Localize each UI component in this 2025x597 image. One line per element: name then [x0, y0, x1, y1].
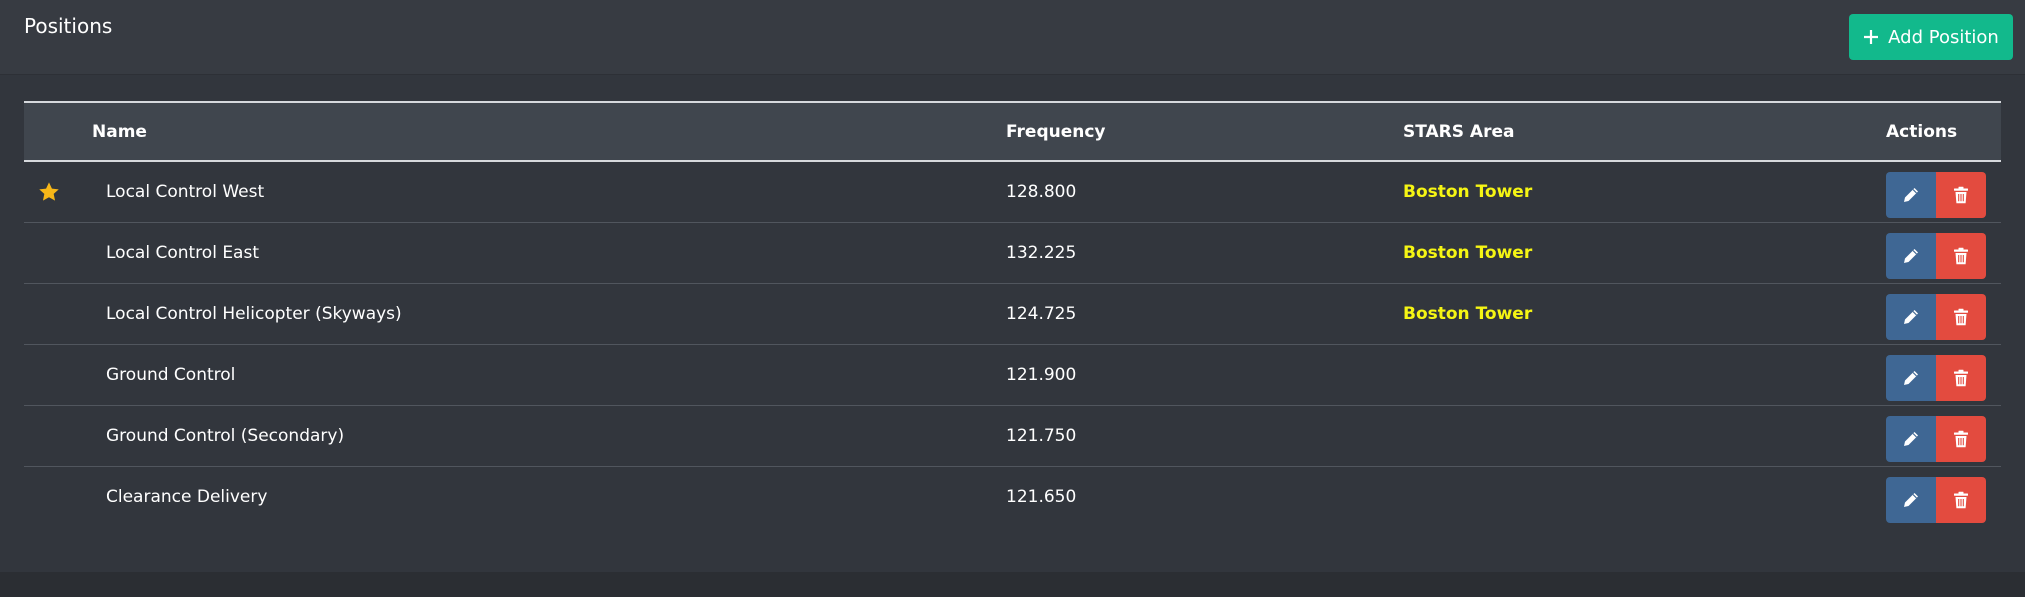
position-frequency: 121.650: [1006, 487, 1077, 507]
position-stars-area: Boston Tower: [1403, 243, 1533, 263]
column-header-frequency: Frequency: [1006, 121, 1106, 142]
edit-button[interactable]: [1886, 416, 1936, 462]
position-name: Ground Control (Secondary): [106, 426, 345, 446]
position-frequency: 121.900: [1006, 365, 1077, 385]
trash-icon: [1954, 186, 1968, 204]
table-row: Ground Control 121.900: [24, 345, 2001, 406]
plus-icon: [1864, 30, 1879, 44]
position-stars-area: Boston Tower: [1403, 182, 1533, 202]
position-name: Local Control Helicopter (Skyways): [106, 304, 402, 324]
trash-icon: [1954, 308, 1968, 326]
position-name: Local Control West: [106, 182, 265, 202]
delete-button[interactable]: [1936, 355, 1986, 401]
table-row: Ground Control (Secondary) 121.750: [24, 406, 2001, 467]
pencil-icon: [1904, 249, 1918, 263]
page-title: Positions: [24, 14, 113, 38]
delete-button[interactable]: [1936, 416, 1986, 462]
column-header-actions: Actions: [1886, 121, 1958, 142]
row-actions: [1886, 355, 1986, 401]
edit-button[interactable]: [1886, 355, 1936, 401]
card-header: Positions Add Position: [0, 0, 2025, 75]
pencil-icon: [1904, 432, 1918, 446]
position-frequency: 128.800: [1006, 182, 1077, 202]
positions-card: Positions Add Position Name Frequency ST…: [0, 0, 2025, 572]
position-name: Clearance Delivery: [106, 487, 268, 507]
row-actions: [1886, 477, 1986, 523]
position-name: Local Control East: [106, 243, 259, 263]
add-position-button[interactable]: Add Position: [1849, 14, 2013, 60]
column-header-name: Name: [92, 121, 147, 142]
pencil-icon: [1904, 310, 1918, 324]
trash-icon: [1954, 491, 1968, 509]
pencil-icon: [1904, 188, 1918, 202]
row-actions: [1886, 416, 1986, 462]
pencil-icon: [1904, 493, 1918, 507]
delete-button[interactable]: [1936, 172, 1986, 218]
edit-button[interactable]: [1886, 294, 1936, 340]
trash-icon: [1954, 369, 1968, 387]
add-position-label: Add Position: [1888, 26, 1999, 48]
row-actions: [1886, 233, 1986, 279]
position-name: Ground Control: [106, 365, 236, 385]
table-header: Name Frequency STARS Area Actions: [24, 101, 2001, 162]
table-body: Local Control West 128.800 Boston Tower Loc…: [24, 162, 2001, 528]
delete-button[interactable]: [1936, 477, 1986, 523]
pencil-icon: [1904, 371, 1918, 385]
star-icon: [39, 182, 59, 201]
position-stars-area: Boston Tower: [1403, 304, 1533, 324]
position-frequency: 121.750: [1006, 426, 1077, 446]
table-row: Local Control East 132.225 Boston Tower: [24, 223, 2001, 284]
row-actions: [1886, 294, 1986, 340]
table-row: Local Control West 128.800 Boston Tower: [24, 162, 2001, 223]
column-header-stars-area: STARS Area: [1403, 121, 1515, 142]
positions-table: Name Frequency STARS Area Actions Local …: [24, 101, 2001, 528]
position-frequency: 132.225: [1006, 243, 1077, 263]
trash-icon: [1954, 430, 1968, 448]
position-frequency: 124.725: [1006, 304, 1077, 324]
edit-button[interactable]: [1886, 233, 1936, 279]
table-row: Clearance Delivery 121.650: [24, 467, 2001, 528]
edit-button[interactable]: [1886, 172, 1936, 218]
delete-button[interactable]: [1936, 294, 1986, 340]
trash-icon: [1954, 247, 1968, 265]
edit-button[interactable]: [1886, 477, 1936, 523]
row-actions: [1886, 172, 1986, 218]
delete-button[interactable]: [1936, 233, 1986, 279]
table-row: Local Control Helicopter (Skyways) 124.72…: [24, 284, 2001, 345]
